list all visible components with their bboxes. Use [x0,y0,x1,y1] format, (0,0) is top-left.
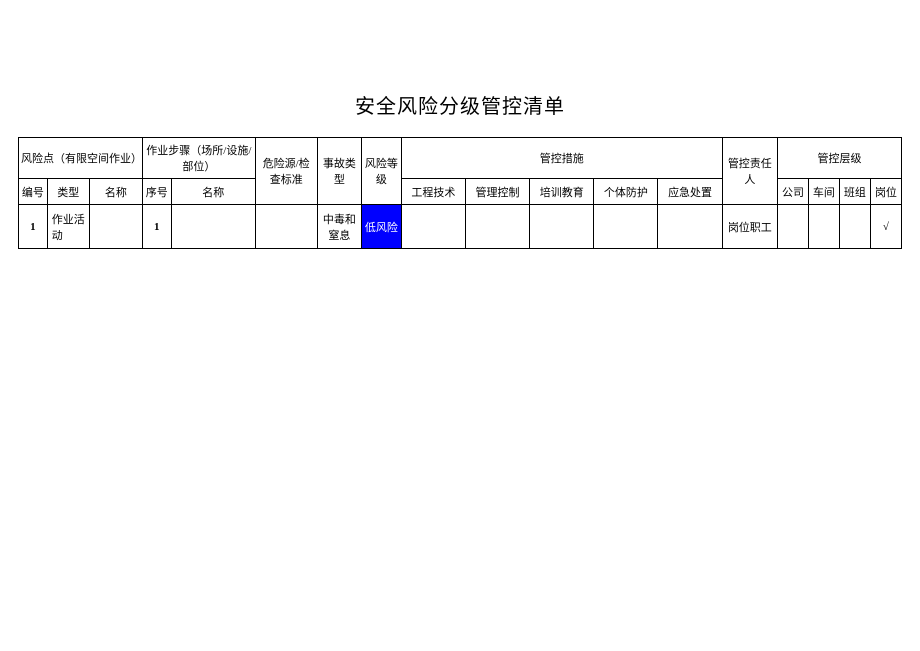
header-hazard: 危险源/检查标准 [255,138,317,205]
header-work-step: 作业步骤（场所/设施/部位） [142,138,255,179]
header-step-name: 名称 [171,179,255,205]
cell-eng-tech [401,205,465,249]
header-number: 编号 [19,179,48,205]
header-risk-level: 风险等级 [361,138,401,205]
header-mgmt-ctrl: 管理控制 [465,179,529,205]
document-page: 安全风险分级管控清单 风险点（有限空间作业） 作业步骤（场所/设 [0,0,920,269]
cell-post: √ [870,205,901,249]
cell-seq: 1 [142,205,171,249]
header-row-1: 风险点（有限空间作业） 作业步骤（场所/设施/部位） 危险源/检查标准 事故类型… [19,138,902,179]
cell-ppe [594,205,658,249]
header-workshop: 车间 [808,179,839,205]
header-company: 公司 [777,179,808,205]
header-training: 培训教育 [530,179,594,205]
header-responsible: 管控责任人 [722,138,777,205]
cell-team [839,205,870,249]
header-risk-point: 风险点（有限空间作业） [19,138,143,179]
cell-company [777,205,808,249]
cell-responsible: 岗位职工 [722,205,777,249]
header-team: 班组 [839,179,870,205]
cell-workshop [808,205,839,249]
cell-risk-level: 低风险 [361,205,401,249]
header-control-level: 管控层级 [777,138,901,179]
header-accident-type: 事故类型 [317,138,361,205]
page-title: 安全风险分级管控清单 [18,90,902,119]
header-emergency: 应急处置 [658,179,722,205]
header-ppe: 个体防护 [594,179,658,205]
cell-hazard [255,205,317,249]
cell-step-name [171,205,255,249]
header-type: 类型 [47,179,89,205]
header-name: 名称 [89,179,142,205]
cell-type: 作业活动 [47,205,89,249]
cell-name [89,205,142,249]
cell-training [530,205,594,249]
header-seq: 序号 [142,179,171,205]
header-eng-tech: 工程技术 [401,179,465,205]
cell-accident-type: 中毒和窒息 [317,205,361,249]
cell-mgmt-ctrl [465,205,529,249]
header-control-measures: 管控措施 [401,138,722,179]
header-post: 岗位 [870,179,901,205]
cell-emergency [658,205,722,249]
cell-number: 1 [19,205,48,249]
risk-control-table: 风险点（有限空间作业） 作业步骤（场所/设施/部位） 危险源/检查标准 事故类型… [18,137,902,249]
table-row: 1 作业活动 1 中毒和窒息 低风险 岗位职工 √ [19,205,902,249]
